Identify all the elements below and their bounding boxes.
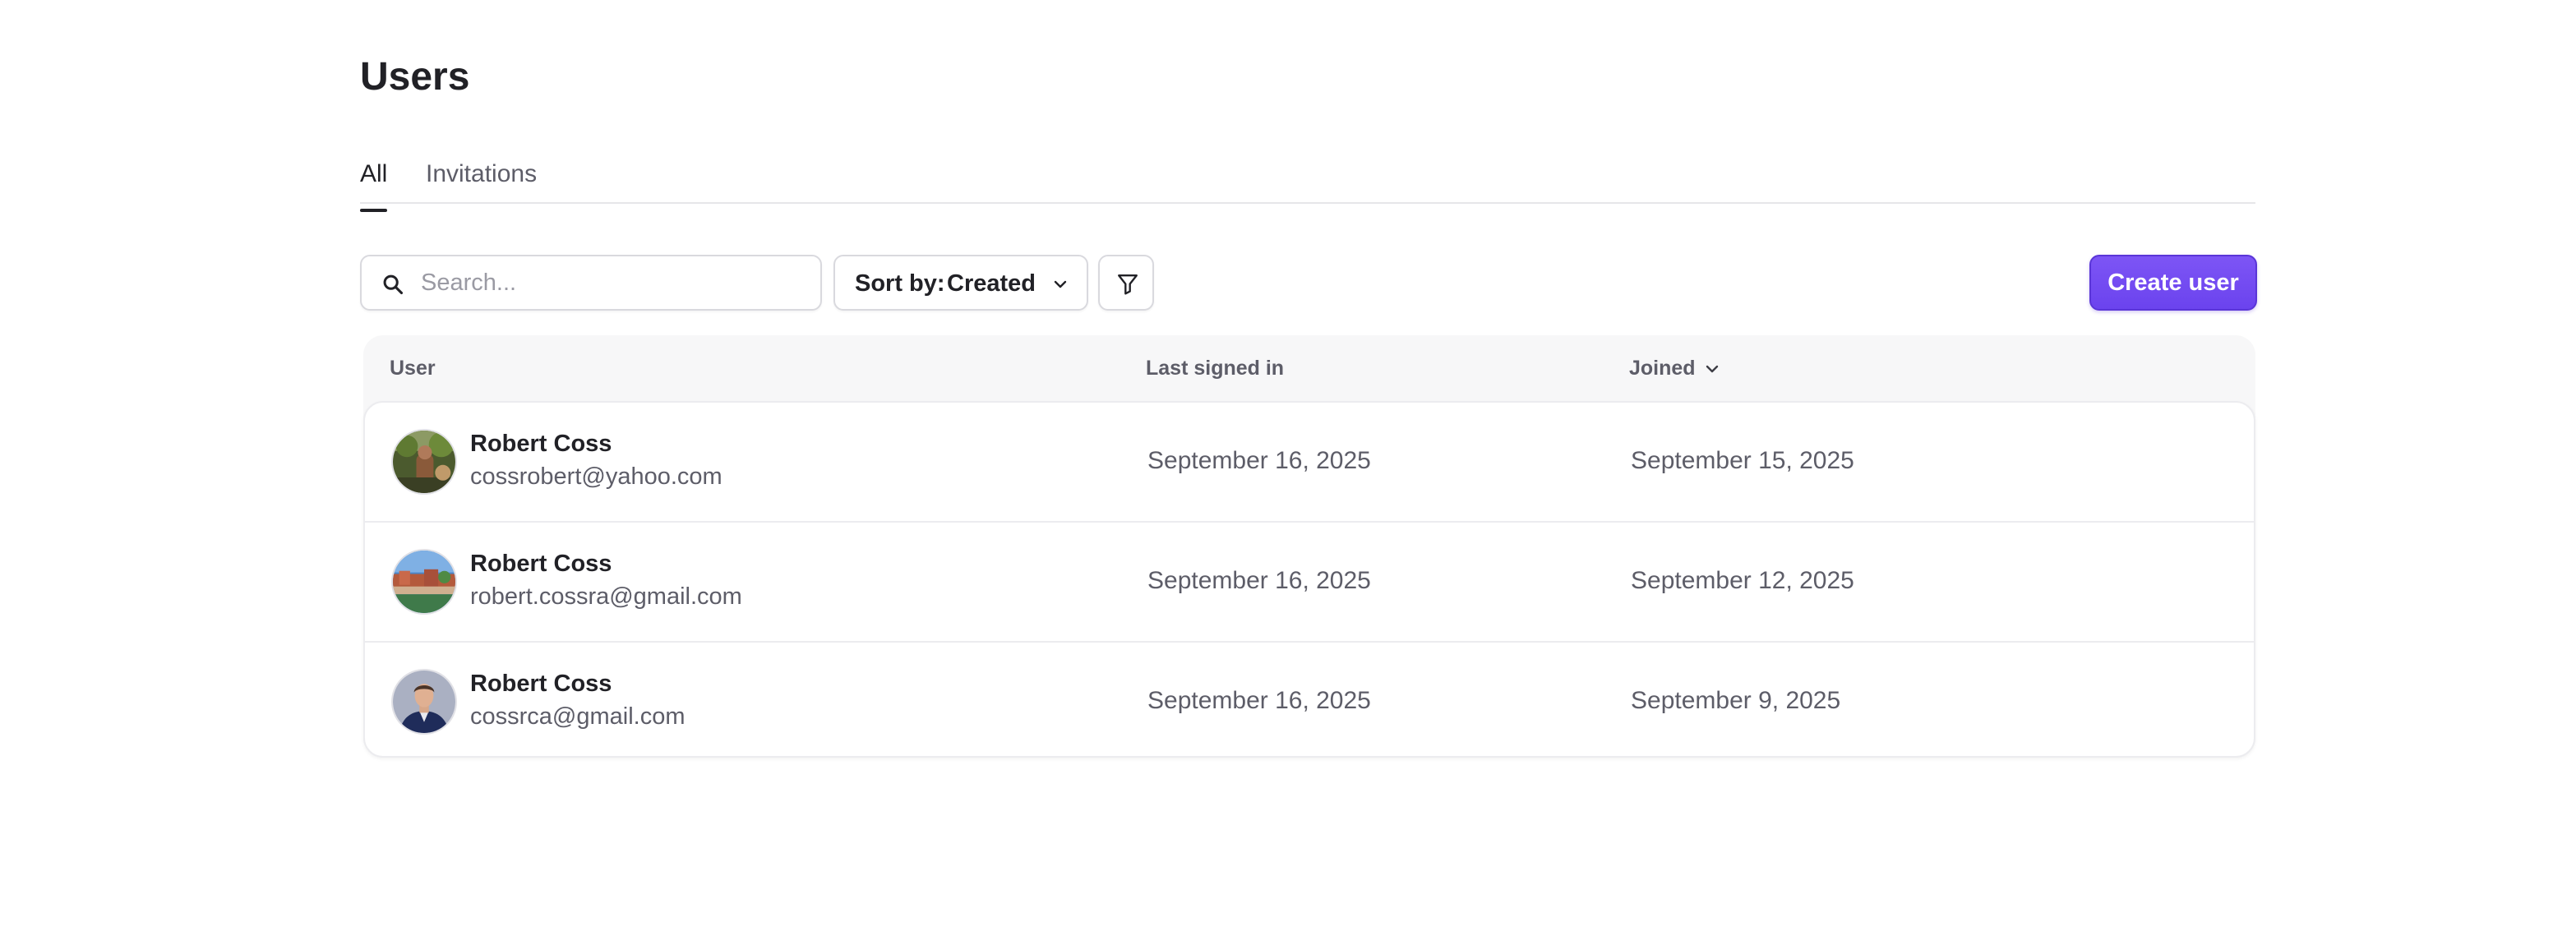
avatar (391, 669, 457, 735)
joined-date: September 12, 2025 (1631, 567, 1854, 594)
filter-button[interactable] (1098, 255, 1154, 311)
table-row[interactable]: Robert Coss cossrca@gmail.com September … (365, 643, 2254, 756)
last-signed-in: September 16, 2025 (1147, 687, 1371, 714)
user-email: cossrobert@yahoo.com (470, 463, 722, 490)
avatar (391, 549, 457, 615)
page-title: Users (360, 55, 470, 99)
table-row[interactable]: Robert Coss robert.cossra@gmail.com Sept… (365, 523, 2254, 643)
sort-label: Sort by: (855, 270, 945, 297)
table-row[interactable]: Robert Coss cossrobert@yahoo.com Septemb… (365, 403, 2254, 523)
tab-all[interactable]: All (360, 158, 388, 212)
column-header-last-signed-in: Last signed in (1146, 357, 1285, 380)
chevron-down-icon (1054, 280, 1067, 288)
column-header-joined[interactable]: Joined (1629, 353, 1696, 383)
chevron-down-icon[interactable] (1705, 362, 1720, 376)
create-user-button[interactable]: Create user (2089, 255, 2257, 311)
user-email: robert.cossra@gmail.com (470, 583, 742, 610)
user-email: cossrca@gmail.com (470, 703, 686, 730)
avatar (391, 429, 457, 495)
search-box[interactable] (360, 255, 822, 311)
tab-invitations[interactable]: Invitations (426, 158, 537, 191)
last-signed-in: September 16, 2025 (1147, 567, 1371, 594)
column-header-user: User (390, 357, 436, 380)
sort-value: Created (947, 270, 1036, 297)
joined-date: September 9, 2025 (1631, 687, 1841, 714)
table-body: Robert Coss cossrobert@yahoo.com Septemb… (363, 401, 2255, 758)
joined-date: September 15, 2025 (1631, 447, 1854, 474)
user-name: Robert Coss (470, 431, 612, 457)
sort-select[interactable]: Sort by: Created (833, 255, 1088, 311)
search-input[interactable] (421, 256, 807, 309)
users-table: User Last signed in Joined Robert Coss c… (363, 335, 2255, 758)
last-signed-in: September 16, 2025 (1147, 447, 1371, 474)
tab-bar: All Invitations (360, 148, 2255, 212)
user-name: Robert Coss (470, 671, 612, 697)
user-name: Robert Coss (470, 551, 612, 577)
filter-icon (1118, 274, 1138, 295)
table-header: User Last signed in Joined (363, 335, 2255, 401)
search-icon (383, 274, 404, 295)
